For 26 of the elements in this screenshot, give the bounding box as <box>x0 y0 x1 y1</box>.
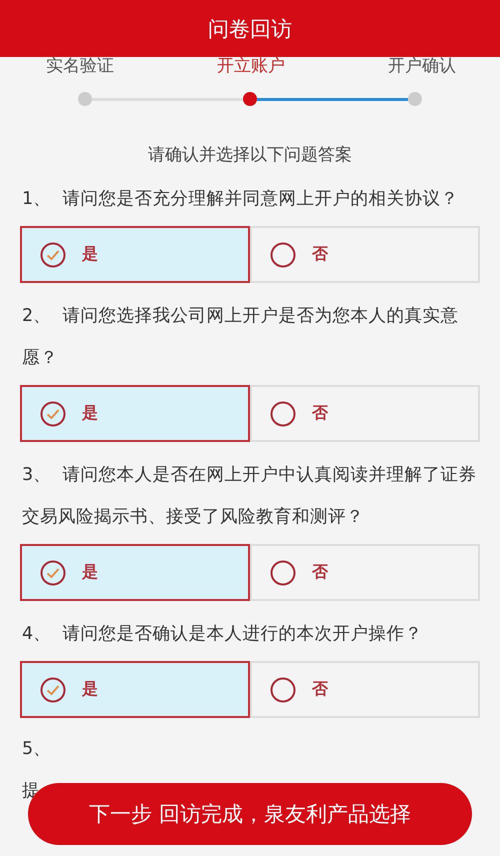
answer-option[interactable]: 是 <box>20 544 250 601</box>
radio-icon[interactable] <box>270 676 296 702</box>
checked-radio-icon[interactable] <box>40 242 66 268</box>
answer-option[interactable]: 否 <box>250 544 480 601</box>
radio-icon[interactable] <box>270 242 296 268</box>
checked-radio-icon[interactable] <box>40 560 66 586</box>
step-label: 开立账户 <box>217 54 285 76</box>
radio-icon[interactable] <box>270 400 296 426</box>
answer-option[interactable]: 否 <box>250 385 480 442</box>
step-label: 开户确认 <box>388 54 456 76</box>
question-number: 5、 <box>22 738 52 761</box>
checked-radio-icon[interactable] <box>40 676 66 702</box>
step-label: 实名验证 <box>46 54 114 76</box>
question-text: 4、 请问您是否确认是本人进行的本次开户操作？ <box>21 623 424 646</box>
answer-option[interactable]: 是 <box>20 661 250 718</box>
question-text: 3、 请问您本人是否在网上开户中认真阅读并理解了证券交易风险揭示书、接受了风险教育和测评？ <box>21 464 478 529</box>
radio-icon[interactable] <box>270 560 296 586</box>
checked-radio-icon[interactable] <box>40 400 66 426</box>
instruction-text: 请确认并选择以下问题答案 <box>147 144 353 166</box>
answer-option[interactable]: 是 <box>20 385 250 442</box>
answer-option[interactable]: 否 <box>250 226 480 283</box>
question-text: 2、 请问您选择我公司网上开户是否为您本人的真实意愿？ <box>21 305 460 370</box>
answer-option[interactable]: 是 <box>20 226 250 283</box>
page-title: 问卷回访 <box>0 0 500 57</box>
answer-option[interactable]: 否 <box>250 661 480 718</box>
question-text: 1、 请问您是否充分理解并同意网上开户的相关协议？ <box>21 188 460 211</box>
